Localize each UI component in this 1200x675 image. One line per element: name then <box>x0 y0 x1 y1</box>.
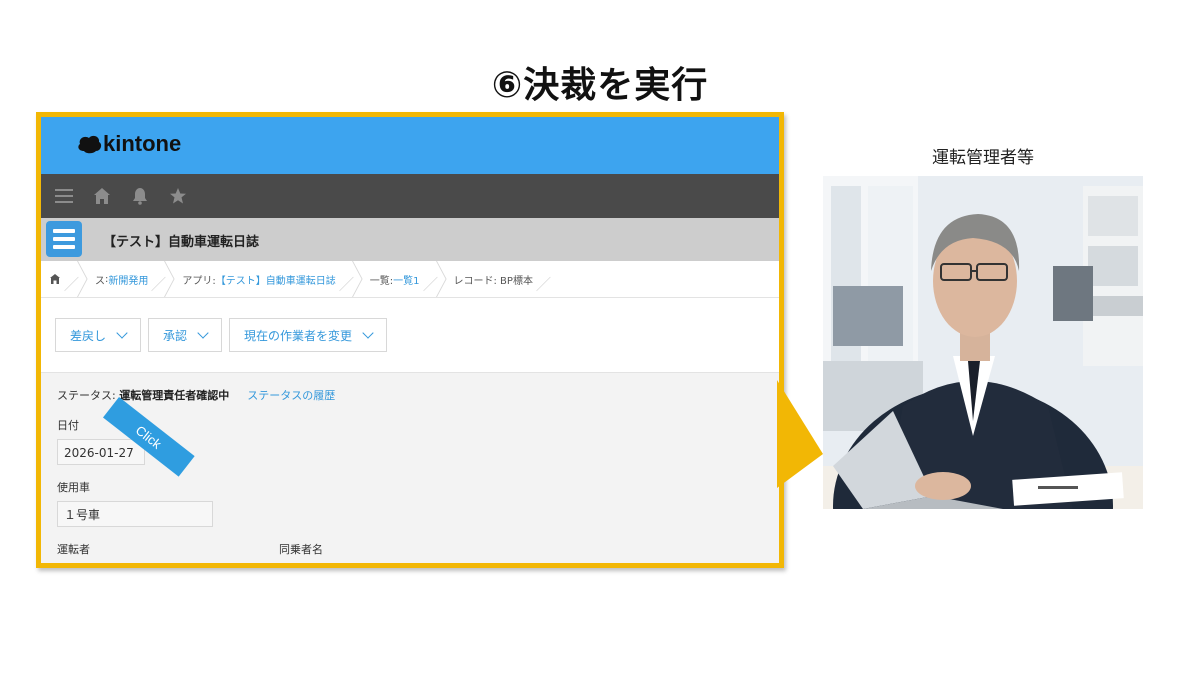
kintone-nav-bar <box>41 174 779 218</box>
kintone-screenshot-frame: kintone 【テスト】自動車運転日誌 ス: 新開発用 アプリ: 【テスト】自… <box>36 112 784 568</box>
manager-photo <box>823 176 1143 509</box>
return-button[interactable]: 差戻し <box>55 318 142 352</box>
breadcrumb: ス: 新開発用 アプリ: 【テスト】自動車運転日誌 一覧: 一覧1 レコード: … <box>41 261 779 298</box>
menu-icon[interactable] <box>53 185 75 207</box>
bell-icon[interactable] <box>129 185 151 207</box>
kintone-logo-icon <box>78 135 102 154</box>
logo-text: kintone <box>103 131 182 156</box>
date-field: 2026-01-27 <box>57 439 145 465</box>
breadcrumb-space-link[interactable]: 新開発用 <box>108 272 148 287</box>
side-label: 運転管理者等 <box>932 148 1034 168</box>
record-detail: ステータス: 運転管理責任者確認中 ステータスの履歴 日付 2026-01-27 … <box>41 373 779 563</box>
change-assignee-label: 現在の作業者を変更 <box>244 328 353 343</box>
change-assignee-button[interactable]: 現在の作業者を変更 <box>229 318 388 352</box>
car-label: 使用車 <box>57 481 90 494</box>
slide-title: ⑥決裁を実行 <box>491 65 709 106</box>
people-row: 運転者 同乗者名 <box>57 541 763 556</box>
breadcrumb-record-text: レコード: BP標本 <box>453 275 533 287</box>
star-icon[interactable] <box>167 185 189 207</box>
chevron-down-icon <box>116 327 128 339</box>
status-label: ステータス: <box>57 389 120 402</box>
breadcrumb-app-link[interactable]: 【テスト】自動車運転日誌 <box>216 272 336 287</box>
breadcrumb-space-prefix: ス <box>95 275 105 287</box>
status-value: 運転管理責任者確認中 <box>119 389 230 402</box>
car-field: １号車 <box>57 501 213 527</box>
passenger-label: 同乗者名 <box>279 543 323 556</box>
status-row: ステータス: 運転管理責任者確認中 ステータスの履歴 <box>57 387 763 403</box>
breadcrumb-space[interactable]: ス: 新開発用 <box>85 261 164 297</box>
manager-at-laptop-image <box>823 176 1143 509</box>
app-title-bar: 【テスト】自動車運転日誌 <box>41 218 779 261</box>
chevron-down-icon <box>197 327 209 339</box>
app-menu-button[interactable] <box>46 221 82 257</box>
breadcrumb-home[interactable] <box>41 261 77 297</box>
approve-button-label: 承認 <box>163 328 188 343</box>
breadcrumb-app[interactable]: アプリ: 【テスト】自動車運転日誌 <box>172 261 351 297</box>
process-action-bar: 差戻し 承認 現在の作業者を変更 <box>41 298 779 373</box>
breadcrumb-view-prefix: 一覧: <box>369 275 394 287</box>
home-icon[interactable] <box>91 185 113 207</box>
breadcrumb-app-prefix: アプリ: <box>182 275 216 287</box>
callout-pointer <box>777 380 823 488</box>
approve-button[interactable]: 承認 <box>148 318 223 352</box>
app-title: 【テスト】自動車運転日誌 <box>103 235 260 250</box>
chevron-down-icon <box>362 327 374 339</box>
breadcrumb-view-link[interactable]: 一覧1 <box>393 272 419 287</box>
kintone-header: kintone <box>41 117 779 174</box>
breadcrumb-record: レコード: BP標本 <box>444 261 549 297</box>
breadcrumb-view[interactable]: 一覧: 一覧1 <box>360 261 436 297</box>
kintone-logo[interactable]: kintone <box>77 131 181 157</box>
driver-label: 運転者 <box>57 543 90 556</box>
return-button-label: 差戻し <box>70 328 107 343</box>
status-history-link[interactable]: ステータスの履歴 <box>247 389 335 402</box>
portal-icon <box>50 274 60 284</box>
